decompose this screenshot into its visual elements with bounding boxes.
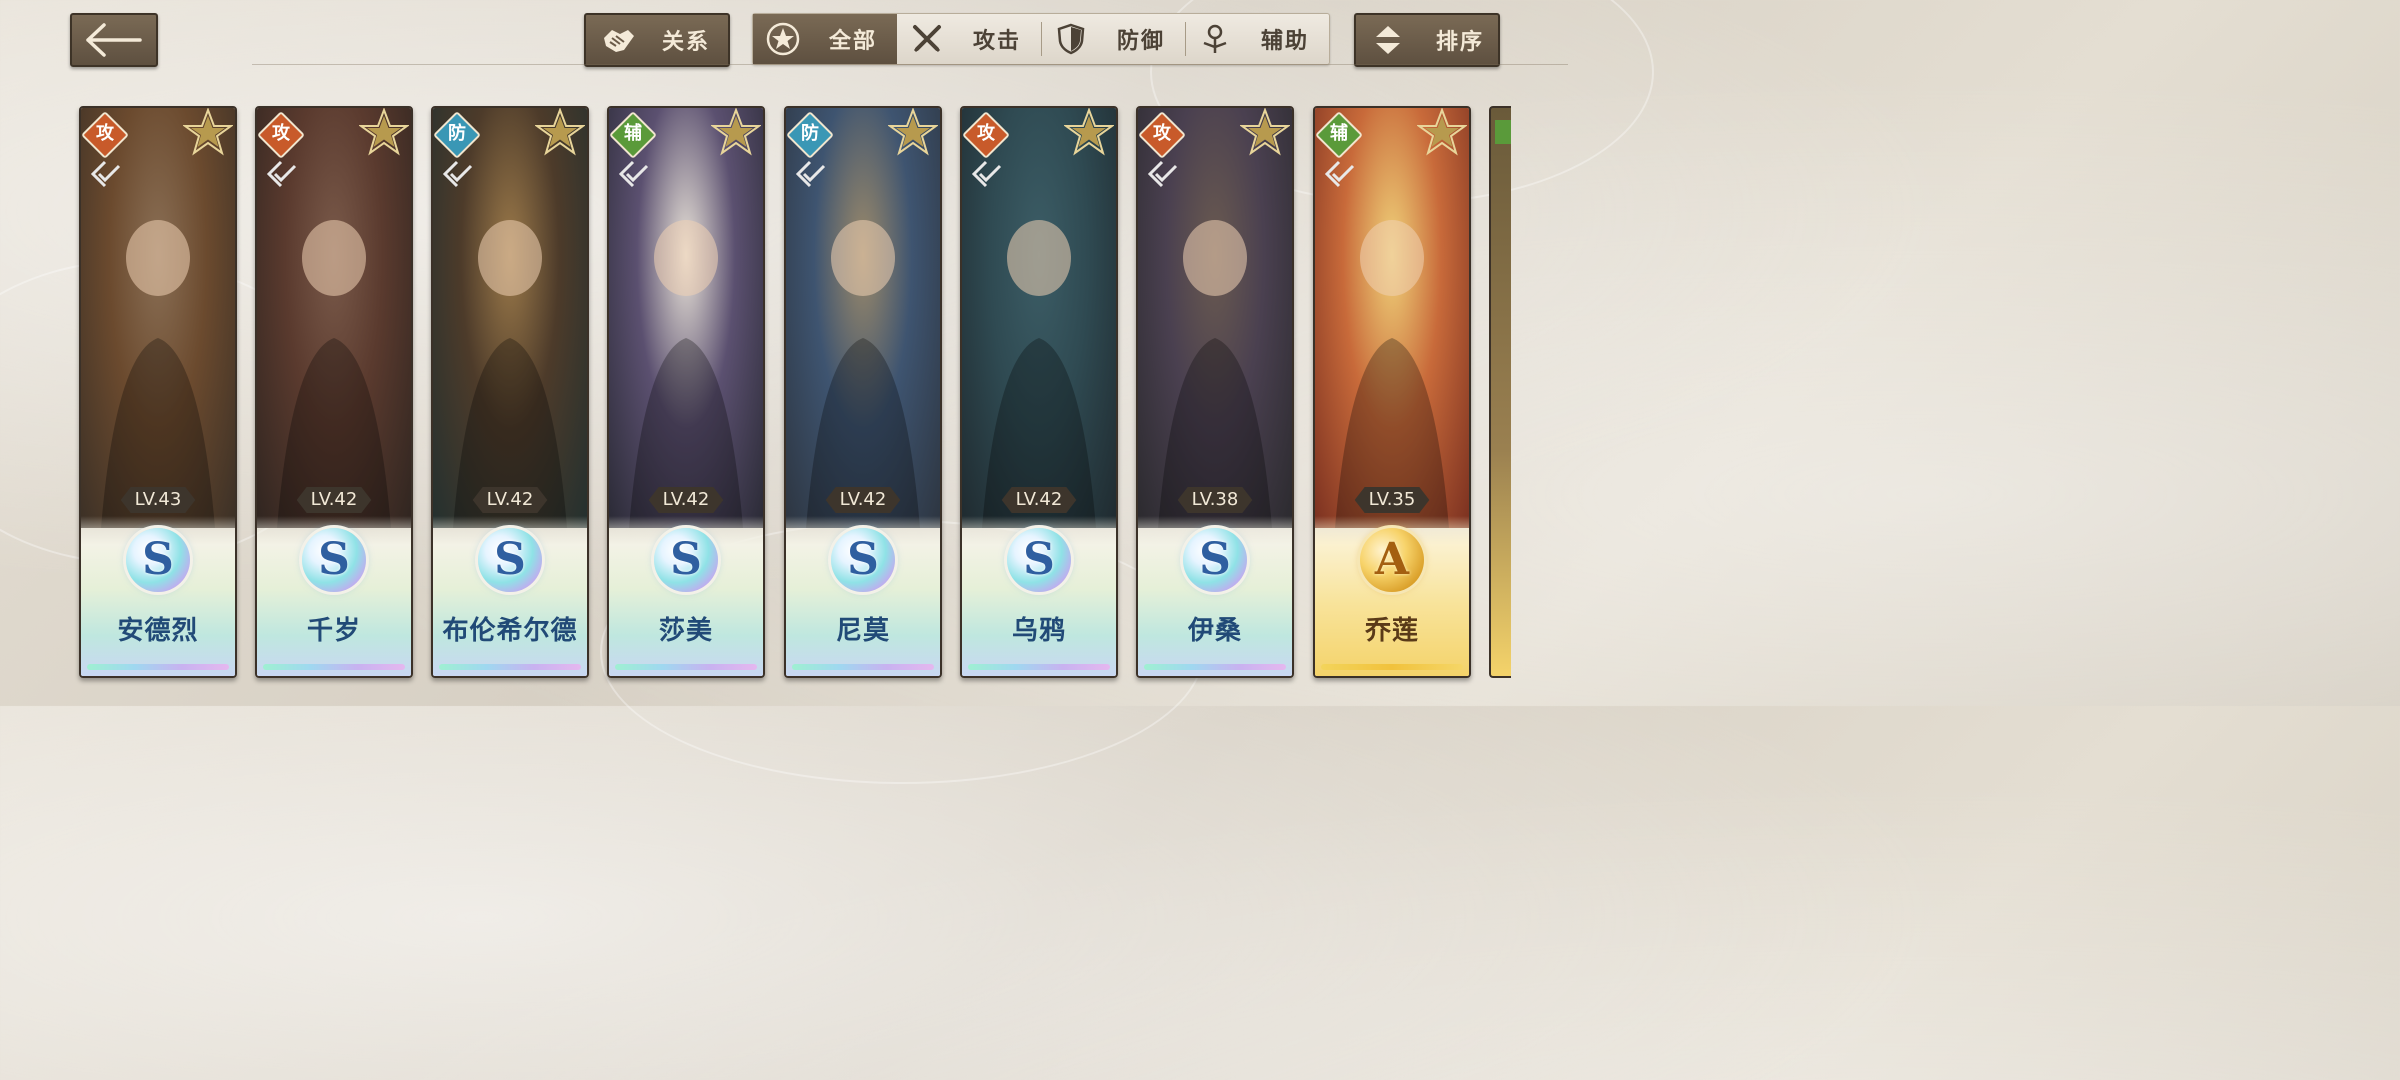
support-icon — [1195, 23, 1235, 55]
selected-check-icon — [972, 160, 1002, 188]
character-name: 乌鸦 — [1011, 616, 1066, 646]
character-card[interactable]: 攻 LV.42 S 千岁 — [255, 106, 413, 678]
tab-attack-label: 攻击 — [973, 29, 1022, 54]
character-card[interactable]: 辅 LV.42 S 莎美 — [607, 106, 765, 678]
role-badge-label: 攻 — [977, 123, 995, 144]
tab-defense[interactable]: 防御 — [1041, 14, 1185, 64]
tab-defense-label: 防御 — [1117, 29, 1166, 54]
rank-letter: S — [1199, 534, 1231, 585]
crossed-swords-icon — [907, 23, 947, 55]
selected-check-icon — [91, 160, 121, 188]
star-icon — [359, 108, 409, 156]
role-badge-label: 辅 — [1330, 123, 1348, 144]
rank-letter: S — [847, 534, 879, 585]
character-name: 莎美 — [658, 616, 713, 646]
rarity-bar — [439, 664, 581, 670]
rank-medal: S — [478, 528, 542, 592]
level-badge: LV.42 — [297, 487, 372, 513]
star-icon — [888, 108, 938, 156]
character-name: 安德烈 — [117, 616, 199, 646]
rarity-bar — [1144, 664, 1286, 670]
role-badge-label: 攻 — [1153, 123, 1171, 144]
star-icon — [1240, 108, 1290, 156]
star-icon — [1417, 108, 1467, 156]
rarity-bar — [615, 664, 757, 670]
character-card[interactable]: 攻 LV.38 S 伊桑 — [1136, 106, 1294, 678]
level-badge: LV.35 — [1355, 487, 1430, 513]
rank-letter: A — [1374, 534, 1410, 585]
character-name: 伊桑 — [1187, 616, 1242, 646]
tab-all[interactable]: 全部 — [753, 14, 897, 64]
role-badge-label: 攻 — [96, 123, 114, 144]
star-icon — [535, 108, 585, 156]
rank-medal: A — [1360, 528, 1424, 592]
character-card[interactable]: 攻 LV.42 S 乌鸦 — [960, 106, 1118, 678]
relation-button[interactable]: 关系 — [584, 13, 730, 67]
selected-check-icon — [619, 160, 649, 188]
relation-label: 关系 — [662, 30, 711, 55]
rarity-bar — [968, 664, 1110, 670]
rank-medal: S — [1183, 528, 1247, 592]
rarity-bar — [87, 664, 229, 670]
role-badge-label: 辅 — [624, 123, 642, 144]
level-badge: LV.43 — [121, 487, 196, 513]
sort-button[interactable]: 排序 — [1354, 13, 1500, 67]
star-badge-icon — [763, 22, 803, 56]
star-icon — [711, 108, 761, 156]
character-card[interactable]: 攻 LV.43 S 安德烈 — [79, 106, 237, 678]
rank-medal: S — [654, 528, 718, 592]
rank-medal: S — [831, 528, 895, 592]
tab-all-label: 全部 — [829, 29, 878, 54]
level-badge: LV.42 — [473, 487, 548, 513]
role-badge-partial — [1495, 120, 1511, 144]
rarity-bar — [263, 664, 405, 670]
back-button[interactable] — [70, 13, 158, 67]
character-card[interactable]: 防 LV.42 S 尼莫 — [784, 106, 942, 678]
role-badge-label: 防 — [801, 123, 819, 144]
rank-letter: S — [494, 534, 526, 585]
sort-label: 排序 — [1436, 30, 1485, 55]
level-badge: LV.42 — [1002, 487, 1077, 513]
rank-letter: S — [142, 534, 174, 585]
character-name: 尼莫 — [835, 616, 890, 646]
rank-medal: S — [302, 528, 366, 592]
character-name: 布伦希尔德 — [442, 616, 578, 646]
role-filter-tabs: 全部 攻击 防御 辅助 — [752, 13, 1330, 65]
level-badge: LV.42 — [649, 487, 724, 513]
character-card[interactable]: 防 LV.42 S 布伦希尔德 — [431, 106, 589, 678]
rarity-bar — [792, 664, 934, 670]
header-divider — [252, 64, 1568, 65]
character-name: 千岁 — [306, 616, 361, 646]
star-icon — [1064, 108, 1114, 156]
role-badge-label: 攻 — [272, 123, 290, 144]
selected-check-icon — [1325, 160, 1355, 188]
back-arrow-icon — [86, 23, 142, 57]
level-badge: LV.42 — [826, 487, 901, 513]
rank-letter: S — [1023, 534, 1055, 585]
handshake-icon — [596, 24, 640, 56]
selected-check-icon — [443, 160, 473, 188]
tab-attack[interactable]: 攻击 — [897, 14, 1041, 64]
tab-support-label: 辅助 — [1261, 29, 1310, 54]
tab-support[interactable]: 辅助 — [1185, 14, 1329, 64]
star-icon — [183, 108, 233, 156]
role-badge-label: 防 — [448, 123, 466, 144]
character-card[interactable]: 辅 LV.35 A 乔莲 — [1313, 106, 1471, 678]
rarity-bar — [1321, 664, 1463, 670]
character-name: 乔莲 — [1364, 616, 1419, 646]
shield-icon — [1051, 23, 1091, 55]
selected-check-icon — [1148, 160, 1178, 188]
selected-check-icon — [267, 160, 297, 188]
rank-letter: S — [318, 534, 350, 585]
sort-icon — [1366, 24, 1410, 56]
rank-medal: S — [1007, 528, 1071, 592]
level-badge: LV.38 — [1178, 487, 1253, 513]
selected-check-icon — [796, 160, 826, 188]
character-card-partial[interactable] — [1489, 106, 1511, 678]
rank-medal: S — [126, 528, 190, 592]
rank-letter: S — [670, 534, 702, 585]
